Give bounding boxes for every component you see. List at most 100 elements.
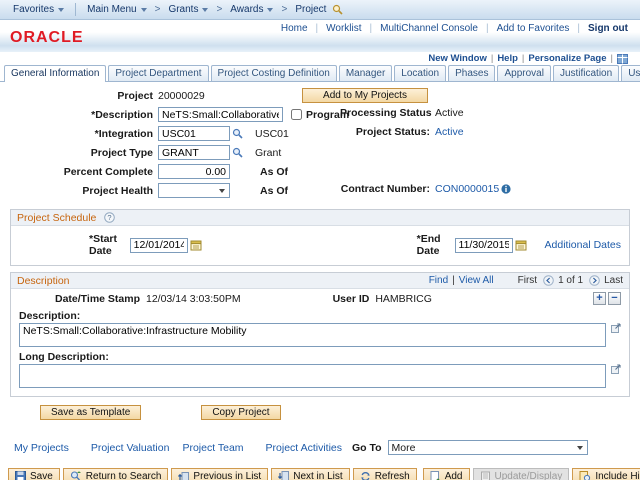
project-status-link[interactable]: Active [435,126,464,138]
tab-general-information[interactable]: General Information [4,65,106,82]
datetime-stamp-value: 12/03/14 3:03:50PM [146,293,241,305]
tab-phases[interactable]: Phases [448,65,495,81]
new-window-link[interactable]: New Window [428,53,487,64]
view-all-link[interactable]: View All [459,275,494,286]
include-history-button[interactable]: Include History [572,468,640,480]
tab-project-costing-definition[interactable]: Project Costing Definition [211,65,337,81]
contract-number-link[interactable]: CON0000015 [435,183,499,195]
program-checkbox[interactable] [291,109,302,120]
project-id-value: 20000029 [158,90,205,102]
description-input[interactable] [158,107,283,122]
description-section-title: Description [17,275,70,287]
row-add-remove: + − [593,292,621,305]
help-icon[interactable]: ? [104,212,115,223]
page-position: 1 of 1 [558,275,583,286]
refresh-button[interactable]: Refresh [353,468,417,480]
sign-out-link[interactable]: Sign out [580,23,634,34]
layout-grid-icon[interactable] [617,54,628,64]
related-links: My Projects Project Valuation Project Te… [14,440,630,455]
tab-justification[interactable]: Justification [553,65,619,81]
breadcrumb-separator: > [278,4,290,15]
previous-in-list-label: Previous in List [193,471,261,480]
breadcrumb-awards[interactable]: Awards [225,4,278,15]
integration-input[interactable] [158,126,230,141]
add-to-favorites-link[interactable]: Add to Favorites [489,23,578,34]
breadcrumb-project-label: Project [295,4,326,15]
main-menu-label: Main Menu [87,4,136,15]
breadcrumb-grants-label: Grants [168,4,198,15]
chevron-down-icon [141,8,147,12]
start-date-label: *Start Date [89,233,130,257]
delete-row-button[interactable]: − [608,292,621,305]
info-icon[interactable] [501,184,511,194]
update-display-button: Update/Display [473,468,570,480]
main-menu[interactable]: Main Menu [82,4,151,15]
add-button[interactable]: Add [423,468,470,480]
calendar-icon[interactable] [515,239,527,251]
add-row-button[interactable]: + [593,292,606,305]
project-team-link[interactable]: Project Team [182,442,243,454]
peoplesoft-project-page: Favorites Main Menu > Grants > Awards > … [0,0,640,480]
add-to-my-projects-button[interactable]: Add to My Projects [302,88,428,103]
lookup-icon[interactable] [232,147,243,158]
chevron-down-icon [267,8,273,12]
project-valuation-link[interactable]: Project Valuation [91,442,170,454]
tab-user-fields[interactable]: User Fields [621,65,640,81]
end-date-input[interactable] [455,238,513,253]
project-health-select[interactable] [158,183,230,198]
expand-field-icon[interactable] [611,364,621,374]
help-link[interactable]: Help [497,53,518,64]
copy-project-button[interactable]: Copy Project [201,405,280,420]
save-button-label: Save [30,471,53,480]
next-in-list-button[interactable]: Next in List [271,468,349,480]
user-id-value: HAMBRICG [375,293,432,305]
add-label: Add [445,471,463,480]
project-activities-link[interactable]: Project Activities [266,442,342,454]
breadcrumb-grants[interactable]: Grants [163,4,213,15]
refresh-label: Refresh [375,471,410,480]
return-to-search-button[interactable]: Return to Search [63,468,169,480]
project-type-input[interactable] [158,145,230,160]
save-as-template-button[interactable]: Save as Template [40,405,141,420]
svg-text:?: ? [108,213,112,222]
pagebar: New Window | Help | Personalize Page | [0,52,640,65]
long-description-textarea[interactable] [19,364,606,388]
worklist-link[interactable]: Worklist [318,23,369,34]
project-form: Project 20000029 Add to My Projects *Des… [10,88,630,203]
tab-project-department[interactable]: Project Department [108,65,208,81]
calendar-icon[interactable] [190,239,202,251]
multichannel-console-link[interactable]: MultiChannel Console [372,23,486,34]
home-link[interactable]: Home [273,23,316,34]
previous-in-list-icon [178,471,189,480]
page-previous-icon[interactable] [543,275,554,286]
long-description-label: Long Description: [19,351,621,363]
chevron-down-icon [577,446,583,450]
datetime-stamp-label: Date/Time Stamp [55,293,140,305]
favorites-menu[interactable]: Favorites [8,4,69,15]
go-to-value: More [389,442,577,454]
tab-manager[interactable]: Manager [339,65,392,81]
update-display-label: Update/Display [495,471,563,480]
start-date-input[interactable] [130,238,188,253]
page-header: Home | Worklist | MultiChannel Console |… [0,20,640,52]
expand-field-icon[interactable] [611,323,621,333]
integration-detail: USC01 [255,128,289,140]
tab-approval[interactable]: Approval [497,65,550,81]
search-icon[interactable] [332,4,343,15]
return-to-search-icon [70,471,82,480]
percent-complete-input[interactable] [158,164,230,179]
description-textarea[interactable]: NeTS:Small:Collaborative:Infrastructure … [19,323,606,347]
save-button[interactable]: Save [8,468,60,480]
personalize-page-link[interactable]: Personalize Page [528,53,606,64]
lookup-icon[interactable] [232,128,243,139]
additional-dates-link[interactable]: Additional Dates [545,239,621,251]
tab-location[interactable]: Location [394,65,446,81]
breadcrumb-project[interactable]: Project [290,4,348,15]
find-link[interactable]: Find [429,275,448,286]
toolbar: Save Return to Search Previous in List N… [8,468,630,480]
go-to-select[interactable]: More [388,440,588,455]
page-next-icon[interactable] [589,275,600,286]
previous-in-list-button[interactable]: Previous in List [171,468,268,480]
my-projects-link[interactable]: My Projects [14,442,69,454]
contract-number-label: Contract Number: [340,183,435,195]
